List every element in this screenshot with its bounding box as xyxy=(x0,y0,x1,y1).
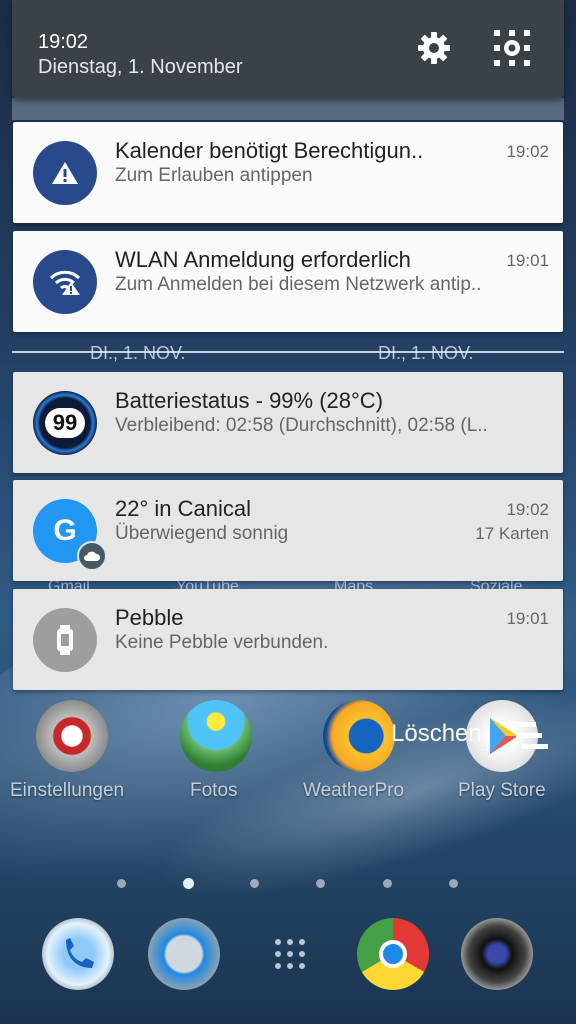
notification-wifi-signin[interactable]: WLAN Anmeldung erforderlich Zum Anmelden… xyxy=(13,231,563,332)
background-date-left: DI., 1. NOV. xyxy=(90,343,186,363)
notification-battery-status[interactable]: 99 Batteriestatus - 99% (28°C) Verbleibe… xyxy=(13,372,563,473)
notification-time: 19:02 xyxy=(506,500,549,519)
notification-google-weather[interactable]: G 22° in Canical Überwiegend sonnig 19:0… xyxy=(13,480,563,581)
page-indicator-dot xyxy=(250,879,259,888)
notification-time: 19:02 xyxy=(506,142,549,161)
notification-subtitle: Überwiegend sonnig xyxy=(115,523,289,544)
chrome-icon[interactable] xyxy=(357,918,429,990)
camera-icon[interactable] xyxy=(461,918,533,990)
notification-subtitle: Zum Erlauben antippen xyxy=(115,165,313,186)
phone-icon[interactable] xyxy=(42,918,114,990)
watch-icon xyxy=(33,608,97,672)
notification-title: Batteriestatus - 99% (28°C) xyxy=(115,388,384,413)
notification-subtitle: Zum Anmelden bei diesem Netzwerk antip.. xyxy=(115,274,482,295)
clear-all-button[interactable]: Löschen xyxy=(391,720,482,748)
notification-time: 19:01 xyxy=(506,251,549,270)
date-label: Dienstag, 1. November xyxy=(38,56,243,78)
warning-icon xyxy=(33,141,97,205)
gear-icon[interactable] xyxy=(414,28,454,68)
google-icon: G xyxy=(33,499,107,571)
clock: 19:02 xyxy=(38,31,89,53)
app-label: WeatherPro xyxy=(303,780,405,801)
app-label: Fotos xyxy=(190,780,238,801)
notification-meta: 17 Karten xyxy=(475,524,549,543)
notification-pebble[interactable]: Pebble Keine Pebble verbunden. 19:01 xyxy=(13,589,563,690)
notification-title: Pebble xyxy=(115,605,184,630)
notification-title: Kalender benötigt Berechtigun.. xyxy=(115,138,424,163)
app-drawer-icon[interactable] xyxy=(254,918,326,990)
page-indicator-dot xyxy=(316,879,325,888)
notification-time: 19:01 xyxy=(506,609,549,628)
wifi-warning-icon xyxy=(33,250,97,314)
background-widget-strip xyxy=(12,98,564,120)
notification-title: WLAN Anmeldung erforderlich xyxy=(115,247,411,272)
weather-app-icon[interactable] xyxy=(323,700,395,772)
battery-badge-value: 99 xyxy=(45,408,85,438)
notification-subtitle: Keine Pebble verbunden. xyxy=(115,632,329,653)
battery-badge-icon: 99 xyxy=(33,391,97,455)
app-label: Play Store xyxy=(458,780,546,801)
page-indicator-dot xyxy=(117,879,126,888)
page-indicator-dot xyxy=(449,879,458,888)
google-letter: G xyxy=(53,514,77,547)
messages-icon[interactable] xyxy=(148,918,220,990)
page-indicator-dot-active xyxy=(183,878,194,889)
page-indicator-dot xyxy=(383,879,392,888)
qs-grid-icon[interactable] xyxy=(492,28,532,68)
notification-calendar-permission[interactable]: Kalender benötigt Berechtigun.. Zum Erla… xyxy=(13,122,563,223)
chrome-center xyxy=(379,940,407,968)
cloud-icon xyxy=(77,541,107,571)
clear-all-icon[interactable] xyxy=(510,722,550,750)
background-date-right: DI., 1. NOV. xyxy=(378,343,474,363)
notification-title: 22° in Canical xyxy=(115,496,251,521)
app-label: Einstellungen xyxy=(10,780,125,801)
settings-app-icon[interactable] xyxy=(36,700,108,772)
notification-subtitle: Verbleibend: 02:58 (Durchschnitt), 02:58… xyxy=(115,415,488,436)
photos-app-icon[interactable] xyxy=(180,700,252,772)
notification-shade-header: 19:02 Dienstag, 1. November xyxy=(12,0,564,98)
